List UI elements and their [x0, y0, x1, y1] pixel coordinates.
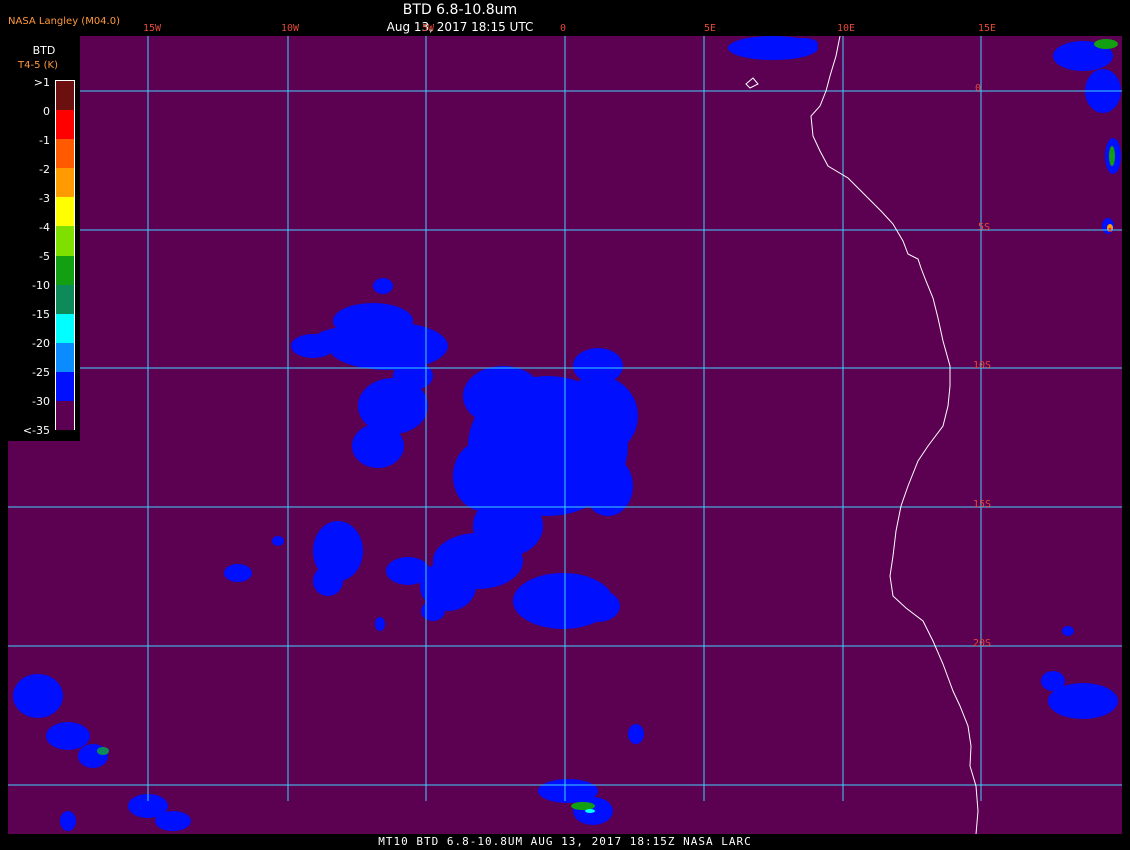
- lat-label-0: 0: [975, 83, 982, 94]
- legend-tick-label: <-35: [22, 424, 50, 437]
- color-legend: BTD T4-5 (K) >1 0 -1 -2 -3 -4 -5 -10 -15 -20 -25 -3…: [8, 36, 80, 441]
- legend-swatch: [56, 226, 74, 256]
- legend-swatch: [56, 139, 74, 169]
- lon-label-5w: 5W: [421, 23, 435, 34]
- legend-swatch: [56, 255, 74, 285]
- lon-label-15w: 15W: [142, 23, 162, 34]
- lon-label-10e: 10E: [836, 23, 856, 34]
- product-title: BTD 6.8-10.8um: [402, 2, 518, 18]
- legend-tick-label: -20: [32, 337, 50, 350]
- legend-tick-label: -3: [39, 192, 50, 205]
- legend-title: BTD: [32, 44, 56, 57]
- satellite-map: [8, 36, 1122, 834]
- lat-label-5s: 5S: [978, 222, 991, 233]
- legend-tick-label: -15: [32, 308, 50, 321]
- timestamp: Aug 13, 2017 18:15 UTC: [386, 20, 534, 34]
- legend-tick-label: -4: [39, 221, 50, 234]
- lon-label-0: 0: [559, 23, 567, 34]
- legend-tick-label: 0: [43, 105, 50, 118]
- lon-label-10w: 10W: [280, 23, 300, 34]
- legend-swatch: [56, 313, 74, 343]
- legend-swatch: [56, 284, 74, 314]
- legend-swatch: [56, 168, 74, 198]
- legend-swatch: [56, 81, 74, 111]
- footer-caption: MT10 BTD 6.8-10.8UM AUG 13, 2017 18:15Z …: [378, 835, 752, 848]
- legend-tick-label: >1: [33, 76, 50, 89]
- legend-tick-label: -30: [32, 395, 50, 408]
- legend-tick-label: -5: [39, 250, 50, 263]
- lon-label-15e: 15E: [977, 23, 997, 34]
- lon-label-5e: 5E: [703, 23, 717, 34]
- lat-label-20s: 20S: [973, 638, 992, 649]
- legend-tick-label: -10: [32, 279, 50, 292]
- lat-label-15s: 15S: [973, 499, 992, 510]
- lat-label-10s: 10S: [973, 360, 992, 371]
- legend-swatch: [56, 401, 74, 431]
- legend-colorbar: [55, 80, 75, 431]
- legend-tick-label: -2: [39, 163, 50, 176]
- legend-swatch: [56, 342, 74, 372]
- legend-tick-label: -25: [32, 366, 50, 379]
- legend-swatch: [56, 371, 74, 402]
- header-bar: NASA Langley (M04.0) BTD 6.8-10.8um Aug …: [0, 0, 1130, 36]
- legend-units: T4-5 (K): [18, 60, 58, 71]
- legend-swatch: [56, 197, 74, 227]
- legend-tick-label: -1: [39, 134, 50, 147]
- legend-swatch: [56, 110, 74, 140]
